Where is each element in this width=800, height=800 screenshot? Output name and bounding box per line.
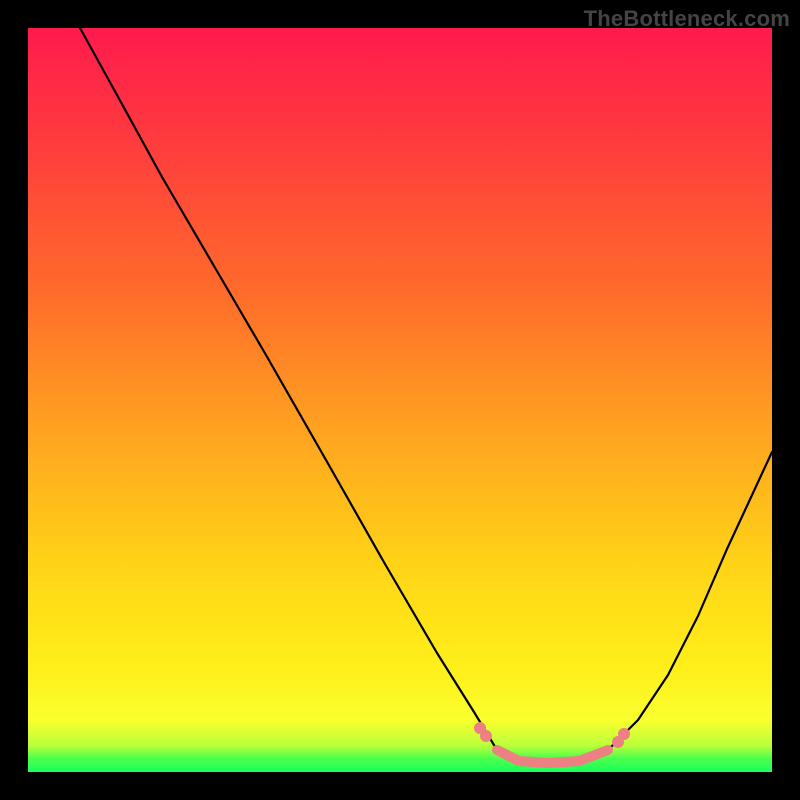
plot-area: [28, 28, 772, 772]
chart-frame: TheBottleneck.com: [0, 0, 800, 800]
curve-layer: [28, 28, 772, 772]
bottleneck-curve-line: [80, 28, 772, 763]
optimal-zone-highlight: [497, 750, 608, 763]
watermark-text: TheBottleneck.com: [584, 6, 790, 32]
optimal-zone-start-dot-2: [480, 730, 492, 742]
optimal-zone-end-dot-2: [618, 728, 630, 740]
